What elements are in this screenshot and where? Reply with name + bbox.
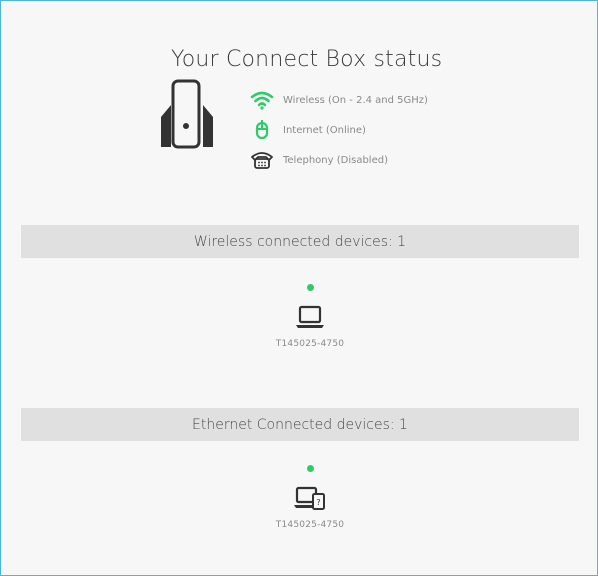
svg-text:?: ? (316, 498, 320, 507)
status-telephony-label: Telephony (Disabled) (283, 154, 388, 166)
status-wireless-label: Wireless (On - 2.4 and 5GHz) (283, 94, 428, 106)
device-name: T145025-4750 (275, 339, 345, 349)
online-status-dot (306, 284, 314, 291)
connect-box-status-panel: Your Connect Box status Wireless (On - 2… (1, 1, 598, 201)
mouse-icon (249, 119, 275, 141)
status-internet: Internet (Online) (249, 119, 366, 141)
wifi-icon (249, 89, 275, 111)
computer-unknown-device-icon: ? (294, 486, 325, 510)
ethernet-device-item[interactable]: ? T145025-4750 (260, 465, 360, 530)
status-internet-label: Internet (Online) (283, 124, 366, 136)
laptop-icon (296, 305, 324, 328)
ethernet-devices-header: Ethernet Connected devices: 1 (21, 408, 579, 441)
status-wireless: Wireless (On - 2.4 and 5GHz) (249, 89, 428, 111)
status-page-frame: Your Connect Box status Wireless (On - 2… (0, 0, 598, 576)
wireless-device-item[interactable]: T145025-4750 (260, 284, 360, 349)
online-status-dot (306, 465, 314, 472)
router-icon (161, 79, 213, 149)
status-title: Your Connect Box status (171, 47, 443, 72)
status-telephony: Telephony (Disabled) (249, 149, 388, 171)
telephone-icon (249, 149, 275, 171)
wireless-devices-header: Wireless connected devices: 1 (21, 225, 579, 258)
device-name: T145025-4750 (275, 520, 345, 530)
